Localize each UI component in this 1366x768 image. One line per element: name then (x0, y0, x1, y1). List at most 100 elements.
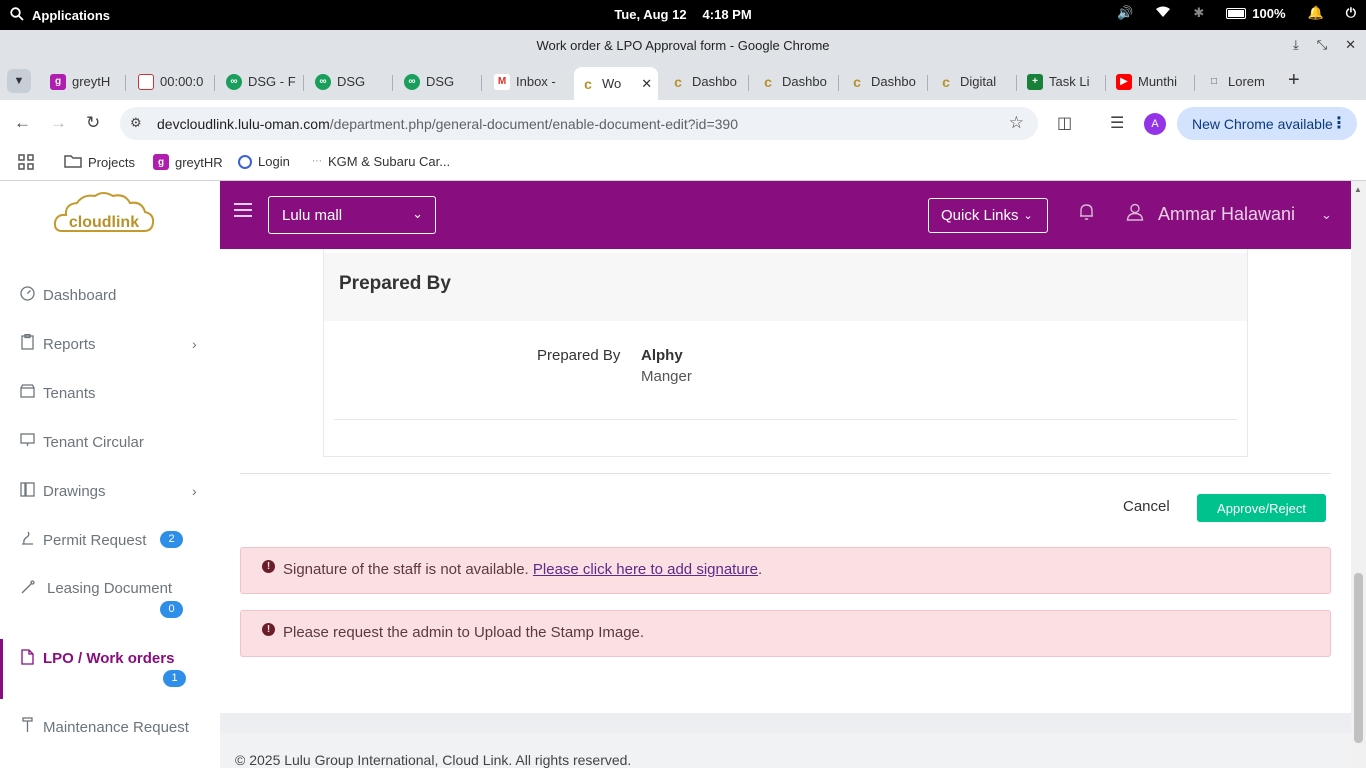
card-header: Prepared By (324, 253, 1247, 321)
chevron-right-icon: › (192, 483, 197, 499)
back-arrow-icon[interactable]: ← (14, 113, 31, 133)
exclamation-circle-icon: ! (262, 623, 275, 636)
toolbar: ← → ↻ ⚙ devcloudlink.lulu-oman.com/depar… (0, 100, 1366, 146)
presentation-icon (19, 433, 35, 451)
user-name[interactable]: Ammar Halawani (1158, 204, 1295, 225)
alert-text: Signature of the staff is not available.… (283, 561, 762, 578)
tab-search-button[interactable]: ▼ (7, 69, 31, 93)
tab-inbox[interactable]: M Inbox - (488, 67, 568, 96)
tab-dsg-1[interactable]: ∞ DSG (309, 67, 389, 96)
download-icon[interactable]: ⤓ (1293, 37, 1299, 53)
sidebar-item-maintenance-request[interactable]: Maintenance Request (0, 705, 220, 749)
sidebar-item-permit-request[interactable]: Permit Request 2 (0, 518, 220, 562)
cloudlink-logo[interactable]: cloudlink (52, 191, 156, 241)
tab-dashboard-1[interactable]: c Dashbo (664, 67, 744, 96)
sidebar-item-tenant-circular[interactable]: Tenant Circular (0, 420, 220, 464)
mall-select[interactable]: Lulu mall ⌄ (268, 196, 436, 234)
scroll-up-arrow-icon[interactable]: ▲ (1354, 185, 1362, 194)
tab-digital[interactable]: c Digital (932, 67, 1012, 96)
bell-icon[interactable] (1078, 203, 1095, 226)
tab-label: Dashbo (692, 74, 737, 89)
new-chrome-available-button[interactable]: New Chrome available ⋮ (1177, 107, 1357, 140)
tab-task-list[interactable]: + Task Li (1021, 67, 1101, 96)
tab-youtube[interactable]: ▶ Munthi (1110, 67, 1190, 96)
greythr-icon: g (153, 154, 169, 170)
tab-label: DSG (426, 74, 455, 89)
exclamation-circle-icon: ! (262, 560, 275, 573)
login-icon (238, 154, 252, 169)
tab-dashboard-3[interactable]: c Dashbo (843, 67, 923, 96)
sidebar-label: Reports (43, 335, 96, 353)
extensions-icon[interactable]: ◫ (1057, 113, 1072, 133)
forward-arrow-icon[interactable]: → (50, 113, 67, 133)
volume-icon[interactable]: 🔊 (1117, 5, 1133, 21)
top-navbar: Lulu mall ⌄ Quick Links ⌄ Ammar Halawani… (220, 181, 1351, 249)
tab-work-order-active[interactable]: c Wo ✕ (574, 67, 658, 100)
site-info-icon[interactable]: ⚙ (130, 115, 142, 131)
sidebar-label: Maintenance Request (43, 718, 189, 736)
permit-icon (19, 531, 35, 550)
close-tab-icon[interactable]: ✕ (641, 76, 652, 92)
more-menu-icon[interactable]: ⋮ (1331, 113, 1347, 133)
bookmark-greythr[interactable]: g greytHR (153, 154, 223, 170)
media-controls-icon[interactable]: ☰ (1110, 113, 1124, 133)
page-scrollbar[interactable]: ▲ (1351, 181, 1366, 768)
hamburger-menu-icon[interactable] (234, 203, 252, 217)
sidebar-item-tenants[interactable]: Tenants (0, 371, 220, 415)
power-icon[interactable]: ⏻ (1346, 5, 1356, 21)
apps-grid-icon[interactable] (18, 154, 34, 170)
sidebar-item-drawings[interactable]: Drawings › (0, 469, 220, 513)
bookmark-star-icon[interactable]: ☆ (1009, 113, 1024, 133)
sidebar-label: Permit Request (43, 531, 147, 549)
tab-dsg-2[interactable]: ∞ DSG (398, 67, 478, 96)
url-path: /department.php/general-document/enable-… (329, 116, 738, 132)
sidebar-label: Dashboard (43, 286, 117, 304)
reload-icon[interactable]: ↻ (86, 113, 100, 133)
add-signature-link[interactable]: Please click here to add signature (533, 561, 758, 578)
permit-count-badge: 2 (160, 531, 183, 548)
battery-indicator[interactable]: 100% (1226, 6, 1286, 21)
prepared-by-label: Prepared By (537, 347, 621, 364)
cloudlink-favicon-icon: c (853, 73, 861, 90)
address-bar[interactable]: ⚙ devcloudlink.lulu-oman.com/department.… (120, 107, 1038, 140)
url-text[interactable]: devcloudlink.lulu-oman.com/department.ph… (157, 116, 738, 132)
greythr-favicon-icon: g (50, 73, 66, 90)
user-icon[interactable] (1126, 203, 1144, 226)
tab-greythr[interactable]: g greytH (44, 67, 122, 96)
wifi-icon[interactable] (1155, 6, 1171, 21)
tab-dsg-f[interactable]: ∞ DSG - F (220, 67, 300, 96)
tab-label: Dashbo (782, 74, 827, 89)
sidebar-item-lpo-work-orders[interactable]: LPO / Work orders 1 (0, 639, 220, 699)
chevron-down-icon: ▼ (13, 75, 25, 87)
close-window-icon[interactable]: ✕ (1345, 37, 1356, 53)
sidebar-item-leasing-document[interactable]: Leasing Document 0 (0, 567, 220, 618)
tab-lorem[interactable]: □ Lorem (1200, 67, 1280, 96)
doc-favicon-icon: □ (1210, 76, 1218, 87)
chevron-down-icon[interactable]: ⌄ (1321, 207, 1332, 223)
cancel-button[interactable]: Cancel (1123, 498, 1170, 515)
bluetooth-icon[interactable]: ✱ (1193, 5, 1204, 21)
tab-timer[interactable]: 00:00:0 (132, 67, 210, 96)
dots-icon: ⋯ (312, 156, 322, 167)
tab-dashboard-2[interactable]: c Dashbo (754, 67, 834, 96)
approve-reject-button[interactable]: Approve/Reject (1197, 494, 1326, 522)
divider (240, 473, 1331, 474)
sidebar-item-reports[interactable]: Reports › (0, 322, 220, 366)
sidebar-label: Leasing Document (47, 580, 173, 597)
bookmark-label: Projects (88, 155, 135, 170)
bookmark-label: greytHR (175, 154, 223, 170)
new-tab-plus-icon[interactable]: + (1288, 69, 1300, 92)
app-area: cloudlink Dashboard Reports › Tenants Te… (0, 181, 1366, 768)
scrollbar-thumb[interactable] (1354, 573, 1363, 743)
sidebar-item-dashboard[interactable]: Dashboard (0, 273, 220, 317)
quick-links-dropdown[interactable]: Quick Links ⌄ (928, 198, 1048, 233)
section-title: Prepared By (339, 273, 451, 294)
notification-bell-icon[interactable]: 🔔 (1308, 5, 1324, 21)
bookmark-login[interactable]: Login (238, 154, 290, 169)
bookmark-kgm-subaru[interactable]: ⋯ KGM & Subaru Car... (312, 154, 450, 169)
bookmark-projects[interactable]: Projects (64, 154, 135, 171)
tab-label: Task Li (1049, 74, 1090, 89)
restore-icon[interactable]: ⤡ (1317, 37, 1327, 53)
profile-avatar[interactable]: A (1144, 113, 1166, 135)
system-tray[interactable]: 🔊 ✱ 100% 🔔 ⏻ (1117, 5, 1356, 21)
